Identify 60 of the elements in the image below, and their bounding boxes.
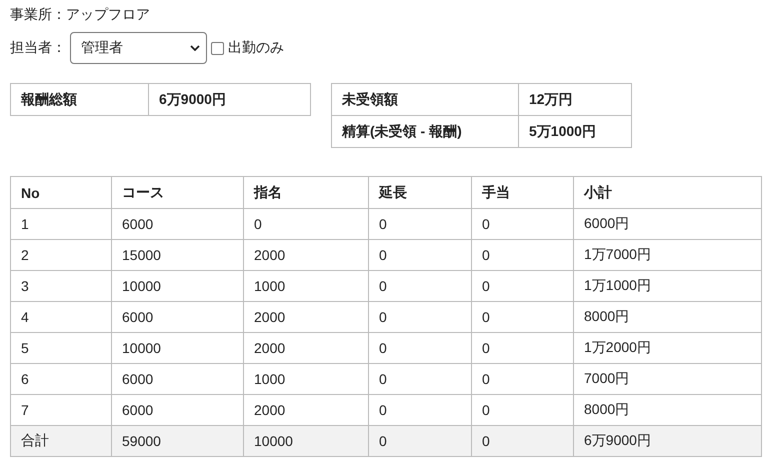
table-cell: 3 [10, 270, 112, 302]
column-header: 小計 [574, 176, 762, 208]
table-cell: 1万2000円 [574, 332, 762, 364]
table-cell: 5 [10, 332, 112, 364]
total-cell: 10000 [244, 426, 368, 456]
table-cell: 7000円 [574, 364, 762, 394]
table-cell: 2000 [244, 332, 368, 364]
attendance-checkbox[interactable] [211, 42, 224, 54]
attendance-label: 出勤のみ [228, 39, 284, 57]
table-cell: 0 [244, 208, 368, 240]
table-cell: 0 [472, 302, 574, 332]
total-cell: 59000 [112, 426, 244, 456]
table-cell: 10000 [112, 332, 244, 364]
total-cell: 0 [472, 426, 574, 456]
column-header: No [10, 176, 112, 208]
table-cell: 1000 [244, 364, 368, 394]
table-cell: 0 [472, 332, 574, 364]
table-cell: 0 [368, 364, 472, 394]
chevron-down-icon [190, 45, 200, 51]
table-cell: 8000円 [574, 302, 762, 332]
summary-value: 5万1000円 [518, 116, 632, 148]
table-cell: 0 [472, 364, 574, 394]
table-cell: 0 [368, 240, 472, 270]
summary-value: 12万円 [518, 84, 632, 116]
table-cell: 15000 [112, 240, 244, 270]
table-cell: 0 [368, 208, 472, 240]
table-cell: 1 [10, 208, 112, 240]
office-label: 事業所：アップフロア [10, 5, 150, 24]
column-header: コース [112, 176, 244, 208]
table-cell: 2 [10, 240, 112, 270]
table-cell: 6000 [112, 302, 244, 332]
column-header: 手当 [472, 176, 574, 208]
table-cell: 10000 [112, 270, 244, 302]
table-cell: 0 [472, 240, 574, 270]
summary-label: 未受領額 [332, 84, 518, 116]
table-cell: 6 [10, 364, 112, 394]
staff-select[interactable]: 管理者 [70, 32, 207, 64]
table-cell: 0 [472, 270, 574, 302]
summary-label: 精算(未受領 - 報酬) [332, 116, 518, 148]
table-cell: 1万1000円 [574, 270, 762, 302]
table-cell: 4 [10, 302, 112, 332]
table-cell: 6000 [112, 208, 244, 240]
total-cell: 0 [368, 426, 472, 456]
table-cell: 0 [368, 332, 472, 364]
summary-value: 6万9000円 [148, 84, 310, 116]
table-cell: 1万7000円 [574, 240, 762, 270]
table-cell: 1000 [244, 270, 368, 302]
table-cell: 6000 [112, 364, 244, 394]
column-header: 延長 [368, 176, 472, 208]
table-cell: 0 [472, 208, 574, 240]
table-cell: 2000 [244, 302, 368, 332]
total-cell: 合計 [10, 426, 112, 456]
table-cell: 6000円 [574, 208, 762, 240]
summary-label: 報酬総額 [10, 84, 148, 116]
table-cell: 2000 [244, 240, 368, 270]
staff-label: 担当者： [10, 39, 66, 57]
total-cell: 6万9000円 [574, 426, 762, 456]
table-cell: 0 [368, 302, 472, 332]
column-header: 指名 [244, 176, 368, 208]
table-cell: 0 [368, 270, 472, 302]
